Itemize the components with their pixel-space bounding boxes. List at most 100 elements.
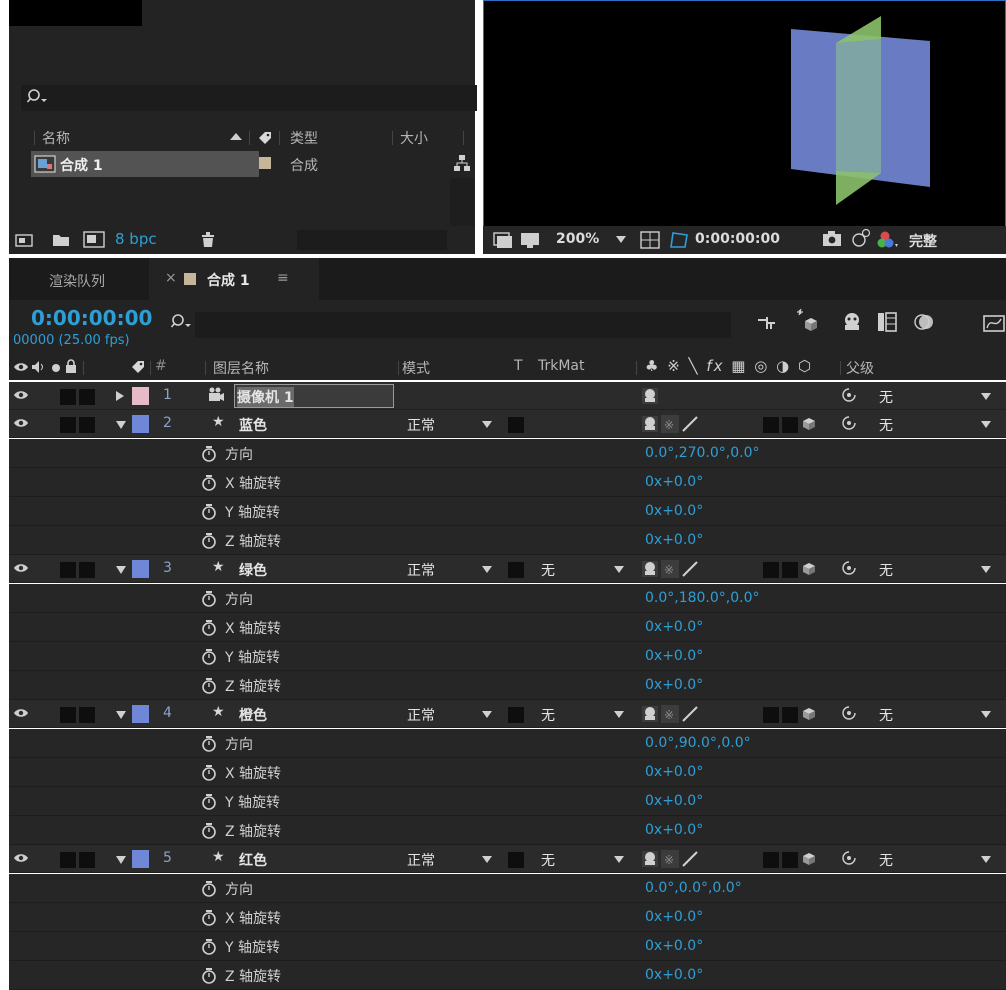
property-value[interactable]: 0x+0.0° xyxy=(645,909,703,925)
collapse-transform-icon[interactable]: ※ xyxy=(661,850,679,868)
shy-switch-icon[interactable] xyxy=(641,387,659,405)
blend-mode-select[interactable]: 正常 xyxy=(407,705,435,725)
property-value[interactable]: 0x+0.0° xyxy=(645,938,703,954)
blend-mode-select[interactable]: 正常 xyxy=(407,850,435,870)
3d-layer-icon[interactable] xyxy=(801,851,817,867)
pickwhip-icon[interactable] xyxy=(841,850,857,866)
property-row[interactable]: Z 轴旋转 0x+0.0° xyxy=(9,526,1006,555)
layer-row-3[interactable]: 3 ★ 绿色 正常 无 ※ 无 xyxy=(9,555,1006,583)
visibility-eye-icon[interactable] xyxy=(13,852,29,864)
collapse-transform-icon[interactable]: ※ xyxy=(661,560,679,578)
tab-comp-1[interactable]: × 合成 1 ≡ xyxy=(149,258,319,300)
composition-mini-flowchart-icon[interactable] xyxy=(757,315,777,331)
snapshot-camera-icon[interactable] xyxy=(822,231,842,247)
solo-switch[interactable] xyxy=(60,562,76,578)
collapse-arrow-icon[interactable] xyxy=(115,855,127,865)
blend-mode-dropdown-icon[interactable] xyxy=(481,710,493,719)
pickwhip-icon[interactable] xyxy=(841,415,857,431)
adjustment-switch[interactable] xyxy=(782,562,798,578)
layer-row-5[interactable]: 5 ★ 红色 正常 无 ※ 无 xyxy=(9,845,1006,873)
viewer-timecode[interactable]: 0:00:00:00 xyxy=(695,231,780,247)
property-value[interactable]: 0x+0.0° xyxy=(645,532,703,548)
preserve-transparency-switch[interactable] xyxy=(508,707,524,723)
show-snapshot-icon[interactable] xyxy=(850,228,872,248)
parent-select[interactable]: 无 xyxy=(879,387,893,407)
bit-depth-button[interactable]: 8 bpc xyxy=(115,230,157,248)
column-mode[interactable]: 模式 xyxy=(402,358,430,378)
adjustment-switch[interactable] xyxy=(782,707,798,723)
trkmat-select[interactable]: 无 xyxy=(541,705,555,725)
pickwhip-icon[interactable] xyxy=(841,387,857,403)
layer-label-color[interactable] xyxy=(132,705,149,723)
quality-switch-icon[interactable] xyxy=(681,850,699,868)
new-composition-icon[interactable] xyxy=(83,231,105,248)
property-row[interactable]: Z 轴旋转 0x+0.0° xyxy=(9,961,1006,990)
frame-blending-icon[interactable] xyxy=(877,312,897,332)
property-value[interactable]: 0x+0.0° xyxy=(645,619,703,635)
motion-blur-icon[interactable] xyxy=(913,311,935,333)
trkmat-select[interactable]: 无 xyxy=(541,850,555,870)
visibility-eye-icon[interactable] xyxy=(13,417,29,429)
solo-switch[interactable] xyxy=(60,707,76,723)
stopwatch-icon[interactable] xyxy=(201,503,217,520)
trash-icon[interactable] xyxy=(200,231,216,248)
3d-layer-icon[interactable] xyxy=(801,561,817,577)
lock-switch[interactable] xyxy=(79,852,95,868)
stopwatch-icon[interactable] xyxy=(201,735,217,752)
new-folder-icon[interactable] xyxy=(52,232,70,247)
shy-switch-icon[interactable] xyxy=(641,415,659,433)
property-value[interactable]: 0x+0.0° xyxy=(645,764,703,780)
blend-mode-dropdown-icon[interactable] xyxy=(481,420,493,429)
solo-switch[interactable] xyxy=(60,389,76,405)
property-row[interactable]: Y 轴旋转 0x+0.0° xyxy=(9,497,1006,526)
footer-scroll-track[interactable] xyxy=(297,230,447,250)
stopwatch-icon[interactable] xyxy=(201,648,217,665)
column-type[interactable]: 类型 xyxy=(290,128,318,148)
adjustment-switch[interactable] xyxy=(782,852,798,868)
quality-switch-icon[interactable] xyxy=(681,415,699,433)
shy-switch-icon[interactable] xyxy=(641,850,659,868)
3d-layer-icon[interactable] xyxy=(801,706,817,722)
stopwatch-icon[interactable] xyxy=(201,793,217,810)
blend-mode-dropdown-icon[interactable] xyxy=(481,565,493,574)
property-row[interactable]: 方向 0.0°,0.0°,0.0° xyxy=(9,874,1006,903)
motion-blur-switch[interactable] xyxy=(763,852,779,868)
property-row[interactable]: X 轴旋转 0x+0.0° xyxy=(9,903,1006,932)
color-channels-icon[interactable] xyxy=(877,230,899,250)
preserve-transparency-switch[interactable] xyxy=(508,417,524,433)
trkmat-select[interactable]: 无 xyxy=(541,560,555,580)
draft-3d-icon[interactable] xyxy=(796,308,818,332)
property-row[interactable]: Y 轴旋转 0x+0.0° xyxy=(9,787,1006,816)
property-value[interactable]: 0.0°,90.0°,0.0° xyxy=(645,735,751,751)
blend-mode-select[interactable]: 正常 xyxy=(407,560,435,580)
property-value[interactable]: 0x+0.0° xyxy=(645,648,703,664)
column-parent[interactable]: 父级 xyxy=(846,358,874,378)
stopwatch-icon[interactable] xyxy=(201,445,217,462)
3d-layer-icon[interactable] xyxy=(801,416,817,432)
property-row[interactable]: X 轴旋转 0x+0.0° xyxy=(9,613,1006,642)
switches-header-icons[interactable]: ♣ ※ ╲ fx ▦ ◎ ◑ ⬡ xyxy=(645,357,813,375)
property-row[interactable]: X 轴旋转 0x+0.0° xyxy=(9,758,1006,787)
parent-select[interactable]: 无 xyxy=(879,560,893,580)
visibility-eye-icon[interactable] xyxy=(13,707,29,719)
timeline-search-input[interactable] xyxy=(195,312,731,338)
property-row[interactable]: 方向 0.0°,90.0°,0.0° xyxy=(9,729,1006,758)
pickwhip-icon[interactable] xyxy=(841,560,857,576)
layer-name[interactable]: 红色 xyxy=(239,850,267,870)
stopwatch-icon[interactable] xyxy=(201,677,217,694)
stopwatch-icon[interactable] xyxy=(201,909,217,926)
quality-switch-icon[interactable] xyxy=(681,560,699,578)
preserve-transparency-switch[interactable] xyxy=(508,852,524,868)
shy-layers-icon[interactable] xyxy=(841,312,863,332)
label-tag-icon[interactable] xyxy=(130,359,146,375)
title-safe-icon[interactable] xyxy=(640,231,660,249)
close-tab-icon[interactable]: × xyxy=(165,270,177,286)
property-value[interactable]: 0x+0.0° xyxy=(645,822,703,838)
lock-switch[interactable] xyxy=(79,707,95,723)
stopwatch-icon[interactable] xyxy=(201,619,217,636)
parent-dropdown-icon[interactable] xyxy=(980,710,992,719)
blend-mode-select[interactable]: 正常 xyxy=(407,415,435,435)
parent-dropdown-icon[interactable] xyxy=(980,855,992,864)
layer-name-field[interactable]: 摄像机 1 xyxy=(234,384,394,408)
tab-render-queue[interactable]: 渲染队列 xyxy=(49,271,105,291)
